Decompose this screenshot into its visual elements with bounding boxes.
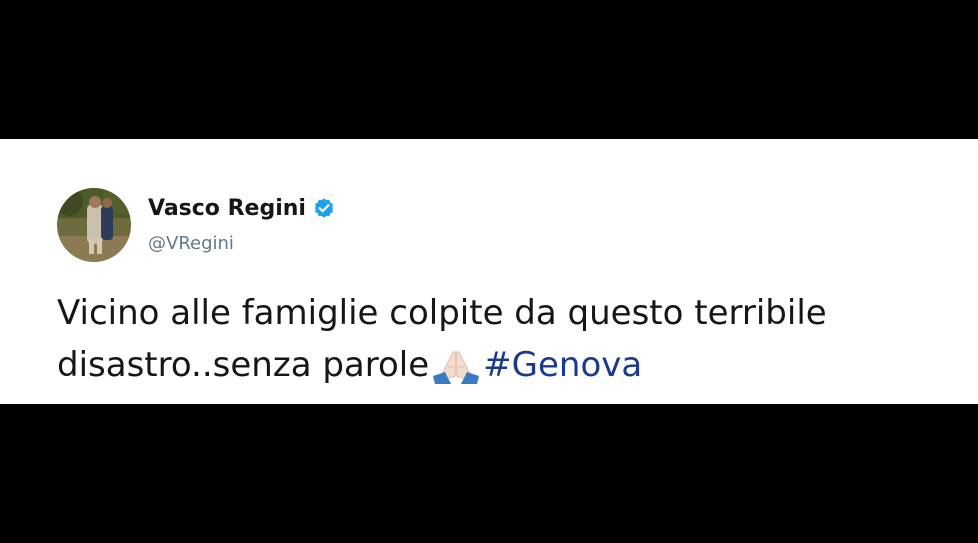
verified-badge-icon <box>313 197 335 219</box>
tweet-card: Vasco Regini @VRegini Vicino alle famigl… <box>0 139 978 404</box>
tweet-text: Vicino alle famiglie colpite da questo t… <box>57 287 937 391</box>
folded-hands-emoji-icon <box>429 346 483 384</box>
author-handle[interactable]: @VRegini <box>148 233 234 254</box>
author-display-name[interactable]: Vasco Regini <box>148 196 306 221</box>
avatar-photo <box>57 188 131 262</box>
tweet-text-line2: disastro..senza parole <box>57 345 430 385</box>
tweet-text-line1: Vicino alle famiglie colpite da questo t… <box>57 293 827 333</box>
author-name-row: Vasco Regini <box>148 193 335 223</box>
hashtag-link[interactable]: #Genova <box>483 345 642 385</box>
author-avatar[interactable] <box>57 188 131 262</box>
